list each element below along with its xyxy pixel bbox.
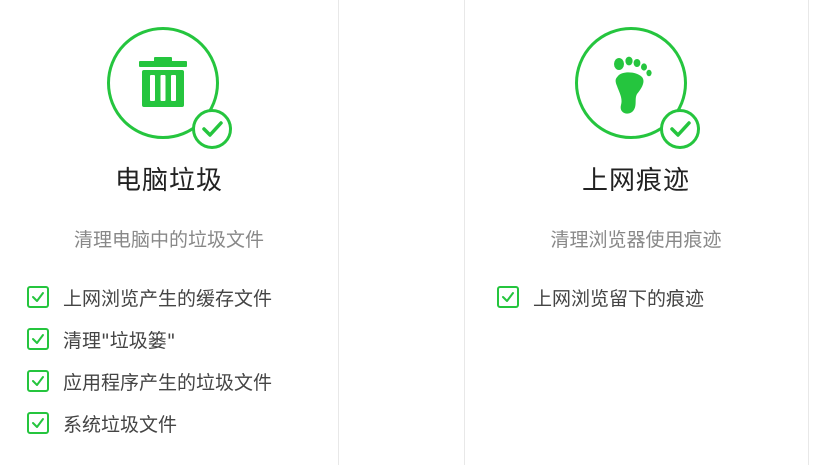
junk-files-card[interactable]: 电脑垃圾 清理电脑中的垃圾文件 上网浏览产生的缓存文件 清理"垃圾篓" 应用程序… <box>0 0 338 465</box>
option-browser-cache[interactable]: 上网浏览产生的缓存文件 <box>27 276 272 318</box>
check-mark-icon <box>202 121 223 137</box>
check-mark-icon <box>32 292 44 302</box>
browsing-traces-card[interactable]: 上网痕迹 清理浏览器使用痕迹 上网浏览留下的痕迹 <box>464 0 808 465</box>
check-mark-icon <box>32 334 44 344</box>
option-label: 清理"垃圾篓" <box>63 329 176 352</box>
traces-options-list: 上网浏览留下的痕迹 <box>497 276 704 318</box>
check-mark-icon <box>502 292 514 302</box>
checkbox[interactable] <box>27 412 49 434</box>
option-label: 上网浏览留下的痕迹 <box>533 287 705 310</box>
checkbox[interactable] <box>27 370 49 392</box>
check-mark-icon <box>670 121 691 137</box>
option-label: 应用程序产生的垃圾文件 <box>63 371 273 394</box>
card-description: 清理电脑中的垃圾文件 <box>73 229 264 251</box>
checked-badge <box>660 109 700 149</box>
check-mark-icon <box>32 376 44 386</box>
option-label: 系统垃圾文件 <box>63 413 178 436</box>
option-trash-bin[interactable]: 清理"垃圾篓" <box>27 318 272 360</box>
junk-files-icon-group <box>107 27 232 149</box>
browsing-traces-icon-group <box>575 27 700 149</box>
option-browsing-traces[interactable]: 上网浏览留下的痕迹 <box>497 276 704 318</box>
option-label: 上网浏览产生的缓存文件 <box>63 287 273 310</box>
checkbox[interactable] <box>497 286 519 308</box>
checkbox[interactable] <box>27 286 49 308</box>
card-title: 上网痕迹 <box>581 166 690 196</box>
option-system-junk[interactable]: 系统垃圾文件 <box>27 402 272 444</box>
junk-options-list: 上网浏览产生的缓存文件 清理"垃圾篓" 应用程序产生的垃圾文件 系统垃圾文件 <box>27 276 272 444</box>
card-description: 清理浏览器使用痕迹 <box>550 229 722 251</box>
checkbox[interactable] <box>27 328 49 350</box>
column-divider <box>338 0 339 465</box>
check-mark-icon <box>32 418 44 428</box>
card-title: 电脑垃圾 <box>114 166 223 196</box>
option-app-junk[interactable]: 应用程序产生的垃圾文件 <box>27 360 272 402</box>
checked-badge <box>192 109 232 149</box>
column-divider <box>808 0 809 465</box>
